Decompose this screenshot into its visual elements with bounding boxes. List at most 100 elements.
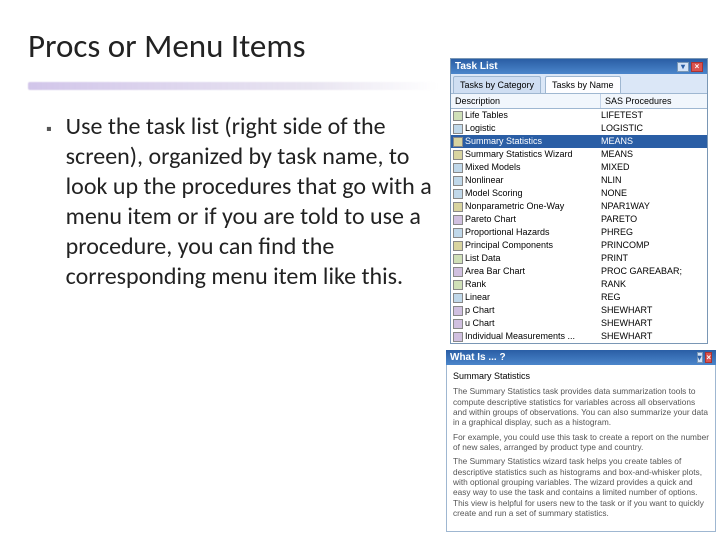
task-icon xyxy=(451,135,465,148)
task-proc: SHEWHART xyxy=(601,304,707,317)
close-icon[interactable]: × xyxy=(691,62,703,72)
task-proc: PRINCOMP xyxy=(601,239,707,252)
whatis-window-buttons: ▾ × xyxy=(697,352,712,363)
task-row[interactable]: Model ScoringNONE xyxy=(451,187,707,200)
task-row[interactable]: p ChartSHEWHART xyxy=(451,304,707,317)
task-desc: Summary Statistics Wizard xyxy=(465,148,601,161)
close-icon[interactable]: × xyxy=(705,352,712,363)
task-icon xyxy=(451,252,465,265)
task-row[interactable]: Mixed ModelsMIXED xyxy=(451,161,707,174)
task-desc: Logistic xyxy=(465,122,601,135)
task-proc: PHREG xyxy=(601,226,707,239)
task-desc: Nonparametric One-Way xyxy=(465,200,601,213)
task-list-titlebar: Task List ▾ × xyxy=(451,59,707,74)
task-row[interactable]: u ChartSHEWHART xyxy=(451,317,707,330)
task-desc: p Chart xyxy=(465,304,601,317)
whatis-p3: The Summary Statistics wizard task helps… xyxy=(453,456,709,518)
task-row[interactable]: List DataPRINT xyxy=(451,252,707,265)
tab-by-name[interactable]: Tasks by Name xyxy=(545,76,621,93)
whatis-title: What Is ... ? xyxy=(450,352,506,363)
whatis-p2: For example, you could use this task to … xyxy=(453,432,709,453)
dropdown-icon[interactable]: ▾ xyxy=(677,62,689,72)
task-icon xyxy=(451,109,465,122)
task-desc: Mixed Models xyxy=(465,161,601,174)
task-icon xyxy=(451,174,465,187)
dropdown-icon[interactable]: ▾ xyxy=(697,352,703,363)
whatis-titlebar: What Is ... ? ▾ × xyxy=(446,350,716,365)
task-proc: MIXED xyxy=(601,161,707,174)
task-desc: Principal Components xyxy=(465,239,601,252)
list-header: Description SAS Procedures xyxy=(451,94,707,109)
task-desc: Individual Measurements ... xyxy=(465,330,601,343)
task-desc: u Chart xyxy=(465,317,601,330)
task-icon xyxy=(451,265,465,278)
col-proc[interactable]: SAS Procedures xyxy=(601,94,707,108)
window-buttons: ▾ × xyxy=(677,62,703,72)
task-row[interactable]: LogisticLOGISTIC xyxy=(451,122,707,135)
task-icon xyxy=(451,148,465,161)
task-proc: MEANS xyxy=(601,135,707,148)
task-row[interactable]: NonlinearNLIN xyxy=(451,174,707,187)
task-row[interactable]: Proportional HazardsPHREG xyxy=(451,226,707,239)
task-desc: Pareto Chart xyxy=(465,213,601,226)
bullet-text: Use the task list (right side of the scr… xyxy=(66,112,438,292)
task-desc: Model Scoring xyxy=(465,187,601,200)
task-proc: RANK xyxy=(601,278,707,291)
task-rows: Life TablesLIFETESTLogisticLOGISTICSumma… xyxy=(451,109,707,343)
tab-by-category[interactable]: Tasks by Category xyxy=(453,76,541,93)
task-icon xyxy=(451,330,465,343)
task-icon xyxy=(451,304,465,317)
task-desc: Nonlinear xyxy=(465,174,601,187)
tabs: Tasks by Category Tasks by Name xyxy=(451,74,707,94)
task-row[interactable]: Summary Statistics WizardMEANS xyxy=(451,148,707,161)
task-proc: PRINT xyxy=(601,252,707,265)
task-icon xyxy=(451,122,465,135)
task-proc: REG xyxy=(601,291,707,304)
task-row[interactable]: Pareto ChartPARETO xyxy=(451,213,707,226)
task-desc: Linear xyxy=(465,291,601,304)
bullet-marker: ▪ xyxy=(46,112,52,292)
task-list-panel: Task List ▾ × Tasks by Category Tasks by… xyxy=(450,58,708,344)
col-desc[interactable]: Description xyxy=(451,94,601,108)
slide-title: Procs or Menu Items xyxy=(28,28,438,64)
task-proc: LOGISTIC xyxy=(601,122,707,135)
task-row[interactable]: Area Bar ChartPROC GAREABAR; xyxy=(451,265,707,278)
task-proc: LIFETEST xyxy=(601,109,707,122)
task-desc: Summary Statistics xyxy=(465,135,601,148)
task-row[interactable]: Summary StatisticsMEANS xyxy=(451,135,707,148)
task-icon xyxy=(451,291,465,304)
task-icon xyxy=(451,226,465,239)
bullet-item: ▪ Use the task list (right side of the s… xyxy=(28,112,438,292)
task-icon xyxy=(451,187,465,200)
task-row[interactable]: Life TablesLIFETEST xyxy=(451,109,707,122)
task-proc: MEANS xyxy=(601,148,707,161)
task-row[interactable]: RankRANK xyxy=(451,278,707,291)
task-row[interactable]: LinearREG xyxy=(451,291,707,304)
task-proc: SHEWHART xyxy=(601,330,707,343)
task-row[interactable]: Nonparametric One-WayNPAR1WAY xyxy=(451,200,707,213)
task-icon xyxy=(451,239,465,252)
task-row[interactable]: Principal ComponentsPRINCOMP xyxy=(451,239,707,252)
whatis-subject: Summary Statistics xyxy=(453,371,709,382)
task-icon xyxy=(451,161,465,174)
whatis-body: Summary Statistics The Summary Statistic… xyxy=(446,365,716,532)
task-row[interactable]: Individual Measurements ...SHEWHART xyxy=(451,330,707,343)
task-icon xyxy=(451,278,465,291)
task-proc: NONE xyxy=(601,187,707,200)
task-desc: Life Tables xyxy=(465,109,601,122)
task-proc: PROC GAREABAR; xyxy=(601,265,707,278)
task-proc: SHEWHART xyxy=(601,317,707,330)
task-proc: NPAR1WAY xyxy=(601,200,707,213)
task-desc: Proportional Hazards xyxy=(465,226,601,239)
task-desc: Area Bar Chart xyxy=(465,265,601,278)
task-proc: PARETO xyxy=(601,213,707,226)
task-desc: List Data xyxy=(465,252,601,265)
task-icon xyxy=(451,200,465,213)
title-underline xyxy=(28,82,438,90)
task-list-title: Task List xyxy=(455,61,498,72)
whatis-p1: The Summary Statistics task provides dat… xyxy=(453,386,709,427)
task-proc: NLIN xyxy=(601,174,707,187)
task-icon xyxy=(451,213,465,226)
task-desc: Rank xyxy=(465,278,601,291)
task-icon xyxy=(451,317,465,330)
